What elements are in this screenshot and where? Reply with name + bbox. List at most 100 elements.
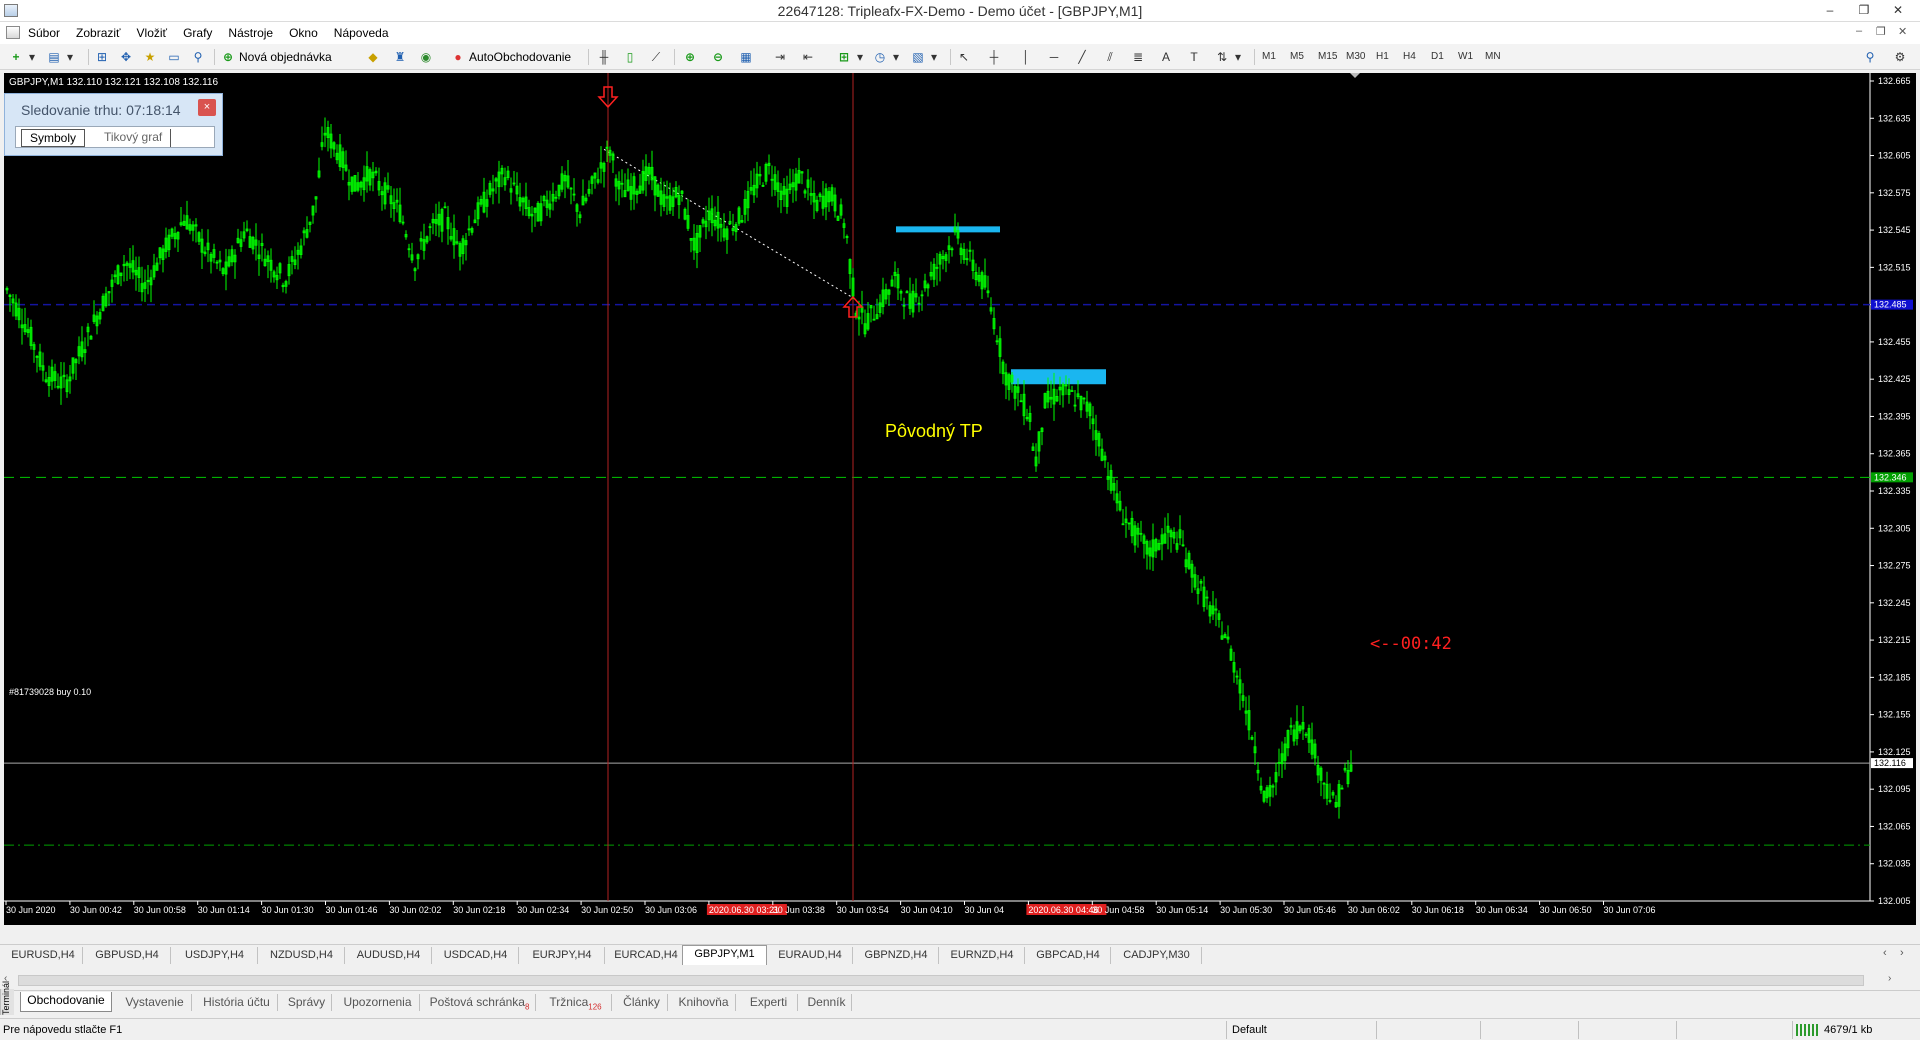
chart-tab-eurusd[interactable]: EURUSD,H4 [4, 947, 83, 964]
tab-scroll-right-icon[interactable]: › [1900, 947, 1904, 959]
timeframe-d1[interactable]: D1 [1431, 51, 1444, 62]
vertical-line-icon[interactable]: │ [1018, 49, 1034, 65]
chart-restore-button[interactable]: ❐ [1876, 25, 1886, 38]
chart-tab-eurjpy[interactable]: EURJPY,H4 [520, 947, 605, 964]
timeframe-m15[interactable]: M15 [1318, 51, 1337, 62]
market-watch-icon[interactable]: ⊞ [94, 49, 110, 65]
search-icon[interactable]: ⚲ [1862, 49, 1878, 65]
dropdown-icon[interactable]: ▾ [62, 49, 78, 65]
horizontal-line-icon[interactable]: ─ [1046, 49, 1062, 65]
chart-minimize-button[interactable]: – [1856, 25, 1862, 37]
chart-area[interactable]: 132.665 132.635 132.605 132.575 132.545 132.5… [4, 73, 1916, 925]
tab-exposure[interactable]: Vystavenie [118, 994, 192, 1011]
zoom-out-icon[interactable]: ⊖ [710, 49, 726, 65]
chart-tab-gbpcad[interactable]: GBPCAD,H4 [1026, 947, 1111, 964]
chart-tab-audusd[interactable]: AUDUSD,H4 [346, 947, 432, 964]
candlestick-icon[interactable]: ▯ [622, 49, 638, 65]
settings-icon[interactable]: ⚙ [1892, 49, 1908, 65]
chart-window-icon[interactable] [6, 26, 20, 39]
chart-tab-euraud[interactable]: EURAUD,H4 [768, 947, 853, 964]
menu-window[interactable]: Okno [289, 26, 318, 40]
menu-view[interactable]: Zobraziť [76, 26, 121, 40]
dropdown-icon[interactable]: ▾ [852, 49, 868, 65]
chart-tab-cadjpy[interactable]: CADJPY,M30 [1112, 947, 1202, 964]
menu-file[interactable]: Súbor [28, 26, 60, 40]
chart-shift-icon[interactable]: ⇤ [800, 49, 816, 65]
crosshair-icon[interactable]: ┼ [986, 49, 1002, 65]
autotrading-button[interactable]: ● AutoObchodovanie [450, 48, 571, 66]
signals-icon[interactable]: ♜ [392, 49, 408, 65]
strategy-tester-icon[interactable]: ⚲ [190, 49, 206, 65]
maximize-button[interactable]: ❐ [1850, 1, 1878, 20]
menu-charts[interactable]: Grafy [183, 26, 212, 40]
vps-icon[interactable]: ◉ [418, 49, 434, 65]
chart-tab-nzdusd[interactable]: NZDUSD,H4 [259, 947, 345, 964]
dropdown-icon[interactable]: ▾ [24, 49, 40, 65]
chart-canvas[interactable]: 132.665 132.635 132.605 132.575 132.545 132.5… [4, 73, 1916, 925]
menu-insert[interactable]: Vložiť [137, 26, 168, 40]
line-chart-icon[interactable]: ⟋ [648, 49, 664, 65]
auto-scroll-icon[interactable]: ⇥ [772, 49, 788, 65]
templates-icon[interactable]: ▧ [910, 49, 926, 65]
indicators-icon[interactable]: ⊞ [836, 49, 852, 65]
arrows-icon[interactable]: ⇅ [1214, 49, 1230, 65]
scrollbar-thumb[interactable] [18, 975, 1864, 986]
cursor-icon[interactable]: ↖ [956, 49, 972, 65]
chart-tab-eurcad[interactable]: EURCAD,H4 [606, 947, 687, 964]
tab-account-history[interactable]: História účtu [196, 994, 278, 1011]
tab-journal[interactable]: Denník [802, 994, 852, 1011]
periods-icon[interactable]: ◷ [872, 49, 888, 65]
timeframe-w1[interactable]: W1 [1458, 51, 1473, 62]
terminal-icon[interactable]: ▭ [166, 49, 182, 65]
timeframe-h4[interactable]: H4 [1403, 51, 1416, 62]
timeframe-h1[interactable]: H1 [1376, 51, 1389, 62]
tab-tick-chart[interactable]: Tikový graf [96, 129, 172, 147]
tab-trade[interactable]: Obchodovanie [20, 992, 112, 1012]
zoom-in-icon[interactable]: ⊕ [682, 49, 698, 65]
new-chart-icon[interactable]: + [8, 49, 24, 65]
minimize-button[interactable]: – [1816, 1, 1844, 20]
navigator-icon[interactable]: ★ [142, 49, 158, 65]
menu-tools[interactable]: Nástroje [228, 26, 273, 40]
tab-articles[interactable]: Články [616, 994, 668, 1011]
chart-tab-usdjpy[interactable]: USDJPY,H4 [172, 947, 258, 964]
profiles-icon[interactable]: ▤ [46, 49, 62, 65]
chart-tab-eurnzd[interactable]: EURNZD,H4 [940, 947, 1025, 964]
trendline-icon[interactable]: ╱ [1074, 49, 1090, 65]
chart-tab-gbpusd[interactable]: GBPUSD,H4 [84, 947, 171, 964]
chart-close-button[interactable]: ✕ [1898, 25, 1907, 38]
timeframe-m5[interactable]: M5 [1290, 51, 1304, 62]
tab-symbols[interactable]: Symboly [21, 129, 86, 147]
tab-news[interactable]: Správy [282, 994, 332, 1011]
new-order-button[interactable]: ⊕ Nová objednávka [220, 48, 332, 66]
tab-code-base[interactable]: Knihovňa [672, 994, 736, 1011]
text-label-icon[interactable]: T [1186, 49, 1202, 65]
chart-tab-gbpjpy[interactable]: GBPJPY,M1 [682, 945, 767, 965]
tab-market[interactable]: Tržnica126 [540, 994, 612, 1011]
market-watch-window[interactable]: Sledovanie trhu: 07:18:14 × Symboly Tiko… [4, 93, 223, 156]
tab-experts[interactable]: Experti [740, 994, 798, 1011]
equidistant-channel-icon[interactable]: ⫽ [1102, 49, 1118, 65]
dropdown-icon[interactable]: ▾ [1230, 49, 1246, 65]
bar-chart-icon[interactable]: ╫ [596, 49, 612, 65]
data-window-icon[interactable]: ✥ [118, 49, 134, 65]
timeframe-mn[interactable]: MN [1485, 51, 1501, 62]
timeframe-m30[interactable]: M30 [1346, 51, 1365, 62]
chart-tab-usdcad[interactable]: USDCAD,H4 [433, 947, 519, 964]
market-watch-close-button[interactable]: × [198, 99, 216, 116]
tile-windows-icon[interactable]: ▦ [738, 49, 754, 65]
close-window-button[interactable]: ✕ [1884, 1, 1912, 20]
dropdown-icon[interactable]: ▾ [926, 49, 942, 65]
tab-mailbox[interactable]: Poštová schránka8 [424, 994, 536, 1011]
terminal-horizontal-scrollbar[interactable]: ‹ › [0, 972, 1920, 988]
tab-scroll-left-icon[interactable]: ‹ [1883, 947, 1887, 959]
tab-alerts[interactable]: Upozornenia [336, 994, 420, 1011]
fibonacci-icon[interactable]: ≣ [1130, 49, 1146, 65]
chart-tab-gbpnzd[interactable]: GBPNZD,H4 [854, 947, 939, 964]
menu-help[interactable]: Nápoveda [334, 26, 389, 40]
scroll-right-icon[interactable]: › [1888, 973, 1891, 984]
metaeditor-icon[interactable]: ◆ [365, 49, 381, 65]
dropdown-icon[interactable]: ▾ [888, 49, 904, 65]
timeframe-m1[interactable]: M1 [1262, 51, 1276, 62]
text-icon[interactable]: A [1158, 49, 1174, 65]
